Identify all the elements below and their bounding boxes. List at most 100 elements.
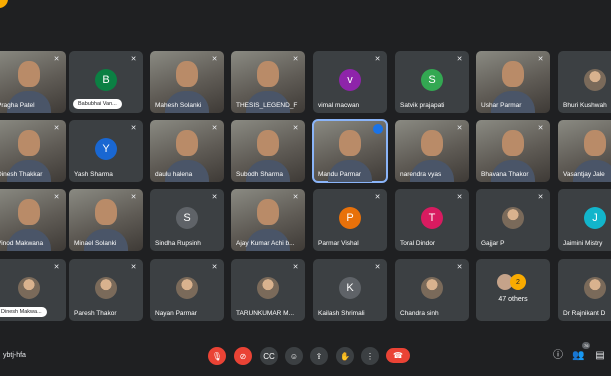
mic-muted-icon: ✕ [456,125,463,132]
mic-muted-icon: ✕ [537,125,544,132]
participant-avatar: J [584,207,606,229]
others-label: 47 others [498,296,528,303]
participant-grid: Pragha Patel ✕ B Babubhai Van... ✕ Mahesh Sol… [0,0,611,340]
participant-avatar: Y [95,138,117,160]
participant-name: Nayan Parmar [155,310,197,317]
participant-tile[interactable]: narendra vyas ✕ [395,120,469,182]
participant-tile[interactable]: Ajay Kumar Achi b... ✕ [231,189,305,251]
participant-tile[interactable]: Dr Rajnikant D✕ [558,259,611,321]
mic-muted-icon: ✕ [130,125,137,132]
participant-tile[interactable]: Chandra sinh ✕ [395,259,469,321]
participant-tile[interactable]: Pragha Patel ✕ [0,51,66,113]
mic-muted-icon: ✕ [211,264,218,271]
mic-off-button[interactable]: 🎙 [208,347,226,365]
participant-name: Gajjar P [481,240,505,247]
participant-tile[interactable]: T Toral Dindor ✕ [395,189,469,251]
people-icon[interactable]: 👥 [572,350,584,362]
participant-photo [18,277,40,299]
more-options-button[interactable]: ⋮ [361,347,379,365]
participant-tile[interactable]: S Sindha Rupsinh ✕ [150,189,224,251]
participant-tile[interactable]: JJaimini Mistry✕ [558,189,611,251]
raise-hand-button[interactable]: ✋ [336,347,354,365]
participant-tile[interactable]: Dinesh Makwa... ✕ [0,259,66,321]
participant-photo [421,277,443,299]
participant-name: Yash Sharma [74,171,113,178]
participant-photo [502,207,524,229]
participant-tile[interactable]: Mahesh Solanki ✕ [150,51,224,113]
participant-name: Dinesh Thakkar [0,171,43,178]
participant-name: Minael Solanki [74,240,117,247]
participant-photo [257,277,279,299]
participant-tile[interactable]: TARUNKUMAR M... ✕ [231,259,305,321]
participant-name: Vinod Makwana [0,240,44,247]
participant-avatar: v [339,69,361,91]
participant-tile[interactable]: Gajjar P ✕ [476,189,550,251]
participant-tile[interactable]: Mandu Parmar [312,119,388,183]
captions-button[interactable]: CC [260,347,278,365]
mic-muted-icon: ✕ [211,194,218,201]
participant-tile[interactable]: S Satvik prajapati ✕ [395,51,469,113]
recording-indicator [0,0,8,8]
participant-tile[interactable]: Minael Solanki ✕ [69,189,143,251]
mic-muted-icon: ✕ [53,194,60,201]
mic-muted-icon: ✕ [130,264,137,271]
participant-tile[interactable]: Ushar Parmar ✕ [476,51,550,113]
participant-avatar: S [176,207,198,229]
people-count-badge: 76 [582,342,591,349]
mic-muted-icon: ✕ [292,194,299,201]
camera-off-button[interactable]: ⊘ [234,347,252,365]
participant-name: Pragha Patel [0,102,35,109]
participant-tile[interactable]: Bhavana Thakor ✕ [476,120,550,182]
participant-tile[interactable]: Paresh Thakor ✕ [69,259,143,321]
bottom-control-bar: ybtj-hfa 🎙 ⊘ CC ☺ ⇪ ✋ ⋮ ☎ ⓘ 👥 76 ▤ [0,340,611,376]
chat-icon[interactable]: ▤ [594,350,606,362]
participant-name: Sindha Rupsinh [155,240,201,247]
participant-tile[interactable]: K Kailash Shrimali ✕ [313,259,387,321]
video-person-face [339,130,361,156]
others-avatar-stack: 2 [497,274,526,290]
participant-name: Mandu Parmar [318,171,361,178]
video-person-face [18,130,40,156]
participant-tile[interactable]: Vinod Makwana ✕ [0,189,66,251]
participant-name: THESIS_LEGEND_F [236,102,298,109]
mic-muted-icon: ✕ [53,264,60,271]
participant-tile[interactable]: THESIS_LEGEND_F ✕ [231,51,305,113]
mic-muted-icon: ✕ [456,264,463,271]
participant-name: Parmar Vishal [318,240,359,247]
participant-tile[interactable]: Nayan Parmar ✕ [150,259,224,321]
mic-muted-icon: ✕ [537,194,544,201]
meeting-code: ybtj-hfa [3,352,26,359]
mic-muted-icon: ✕ [374,264,381,271]
video-person-face [502,61,524,87]
participant-photo [584,277,606,299]
video-person-face [421,130,443,156]
participant-tile[interactable]: Dinesh Thakkar ✕ [0,120,66,182]
participant-tile[interactable]: Vasantjay Jale✕ [558,120,611,182]
video-person-face [257,61,279,87]
participant-name: Bhavana Thakor [481,171,529,178]
participant-name: daulu halena [155,171,193,178]
mic-muted-icon: ✕ [374,194,381,201]
participant-name: Chandra sinh [400,310,439,317]
participant-name: Mahesh Solanki [155,102,202,109]
participant-name: Jaimini Mistry [563,240,603,247]
mic-muted-icon: ✕ [374,56,381,63]
participant-avatar: B [95,69,117,91]
emoji-button[interactable]: ☺ [285,347,303,365]
participant-tile[interactable]: P Parmar Vishal ✕ [313,189,387,251]
participant-tile[interactable]: v vimal macwan ✕ [313,51,387,113]
info-icon[interactable]: ⓘ [552,350,564,362]
participant-name: Subodh Sharma [236,171,283,178]
participant-tile[interactable]: Bhuri Kushwah✕ [558,51,611,113]
participant-tile[interactable]: B Babubhai Van... ✕ [69,51,143,113]
participant-name: Paresh Thakor [74,310,117,317]
others-tile[interactable]: 2 47 others [476,259,550,321]
participant-tile[interactable]: Y Yash Sharma ✕ [69,120,143,182]
leave-call-button[interactable]: ☎ [386,348,410,363]
participant-tile[interactable]: Subodh Sharma ✕ [231,120,305,182]
participant-tile[interactable]: daulu halena ✕ [150,120,224,182]
present-button[interactable]: ⇪ [310,347,328,365]
video-person-face [257,199,279,225]
participant-avatar: T [421,207,443,229]
video-person-face [176,61,198,87]
